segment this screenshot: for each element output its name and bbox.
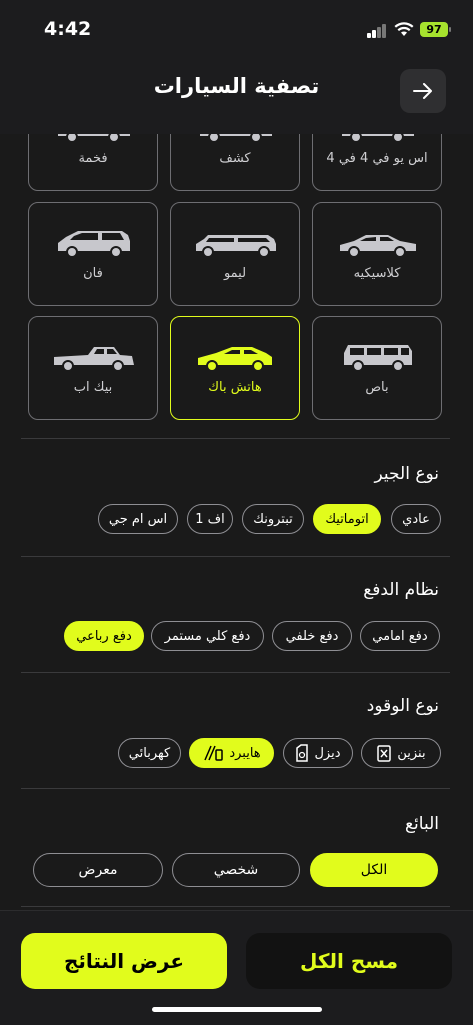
- car-type-hatchback[interactable]: هاتش باك: [170, 316, 300, 420]
- suv-car-icon: [342, 134, 414, 143]
- gearbox-title: نوع الجير: [374, 464, 439, 484]
- car-type-convertible[interactable]: كشف: [170, 134, 300, 191]
- drive-option-rear[interactable]: دفع خلفي: [272, 621, 352, 651]
- divider: [21, 788, 450, 789]
- fuel-option-label: هايبرد: [229, 745, 261, 761]
- seller-options: الكل شخصي معرض: [0, 853, 473, 887]
- car-type-van[interactable]: فان: [28, 202, 158, 306]
- footer-actions: مسح الكل عرض النتائج: [0, 910, 473, 1025]
- car-type-label: كلاسيكيه: [353, 266, 401, 281]
- car-type-label: فان: [83, 266, 103, 281]
- divider: [21, 672, 450, 673]
- clear-all-button[interactable]: مسح الكل: [246, 933, 452, 989]
- car-type-pickup[interactable]: بيك اب: [28, 316, 158, 420]
- show-results-button[interactable]: عرض النتائج: [21, 933, 227, 989]
- car-type-label: اس يو في 4 في 4: [326, 151, 428, 166]
- divider: [21, 438, 450, 439]
- drive-option-awd[interactable]: دفع كلي مستمر: [151, 621, 264, 651]
- classic-car-icon: [340, 235, 416, 258]
- filter-content[interactable]: فخمة كشف اس يو في 4 في 4 فان ليمو كلاسيك…: [0, 134, 473, 910]
- car-type-label: فخمة: [78, 151, 108, 166]
- seller-option-all[interactable]: الكل: [310, 853, 438, 887]
- seller-title: البائع: [405, 814, 439, 834]
- divider: [21, 906, 450, 907]
- gearbox-option-tiptronic[interactable]: تبترونك: [242, 504, 304, 534]
- jerrycan-icon: [296, 744, 309, 762]
- luxury-car-icon: [58, 134, 130, 143]
- page-header: تصفية السيارات: [0, 60, 473, 134]
- car-type-limo[interactable]: ليمو: [170, 202, 300, 306]
- gearbox-option-f1[interactable]: اف 1: [187, 504, 233, 534]
- drive-option-front[interactable]: دفع امامي: [360, 621, 440, 651]
- fuel-options: بنزين ديزل هايبرد كهربائي: [0, 738, 473, 772]
- convertible-car-icon: [200, 134, 272, 143]
- status-time: 4:42: [44, 18, 92, 40]
- status-bar: 4:42 97: [0, 0, 473, 60]
- gearbox-option-smg[interactable]: اس ام جي: [98, 504, 178, 534]
- limo-icon: [196, 235, 276, 258]
- drive-option-4wd[interactable]: دفع رباعي: [64, 621, 144, 651]
- gearbox-option-manual[interactable]: عادي: [391, 504, 441, 534]
- home-indicator[interactable]: [152, 1007, 322, 1012]
- van-icon: [58, 231, 130, 258]
- bus-icon: [344, 345, 412, 372]
- car-type-label: ليمو: [223, 266, 247, 281]
- hybrid-fuel-icon: [204, 745, 224, 761]
- car-type-label: هاتش باك: [208, 380, 262, 395]
- car-type-luxury[interactable]: فخمة: [28, 134, 158, 191]
- fuel-pump-icon: [377, 745, 392, 762]
- car-type-suv[interactable]: اس يو في 4 في 4: [312, 134, 442, 191]
- seller-option-showroom[interactable]: معرض: [33, 853, 163, 887]
- signal-icon: [367, 24, 387, 38]
- fuel-option-diesel[interactable]: ديزل: [283, 738, 353, 768]
- pickup-truck-icon: [54, 347, 134, 372]
- fuel-title: نوع الوقود: [366, 696, 439, 716]
- gearbox-options: عادي اتوماتيك تبترونك اف 1 اس ام جي: [0, 504, 473, 538]
- back-button[interactable]: [400, 69, 446, 113]
- fuel-option-petrol[interactable]: بنزين: [361, 738, 441, 768]
- fuel-option-electric[interactable]: كهربائي: [118, 738, 181, 768]
- drive-title: نظام الدفع: [363, 580, 439, 600]
- car-type-classic[interactable]: كلاسيكيه: [312, 202, 442, 306]
- fuel-option-label: بنزين: [397, 745, 426, 761]
- car-type-label: بيك اب: [73, 380, 113, 395]
- seller-option-private[interactable]: شخصي: [172, 853, 300, 887]
- car-type-bus[interactable]: باص: [312, 316, 442, 420]
- divider: [21, 556, 450, 557]
- arrow-right-icon: [413, 83, 432, 99]
- battery-icon: 97: [420, 22, 451, 37]
- car-type-label: باص: [365, 380, 389, 395]
- car-type-label: كشف: [219, 151, 251, 166]
- wifi-icon: [394, 22, 414, 36]
- hatchback-car-icon: [198, 347, 272, 372]
- fuel-option-hybrid[interactable]: هايبرد: [189, 738, 274, 768]
- drive-options: دفع امامي دفع خلفي دفع كلي مستمر دفع ربا…: [0, 621, 473, 655]
- fuel-option-label: ديزل: [314, 745, 341, 761]
- gearbox-option-automatic[interactable]: اتوماتيك: [313, 504, 381, 534]
